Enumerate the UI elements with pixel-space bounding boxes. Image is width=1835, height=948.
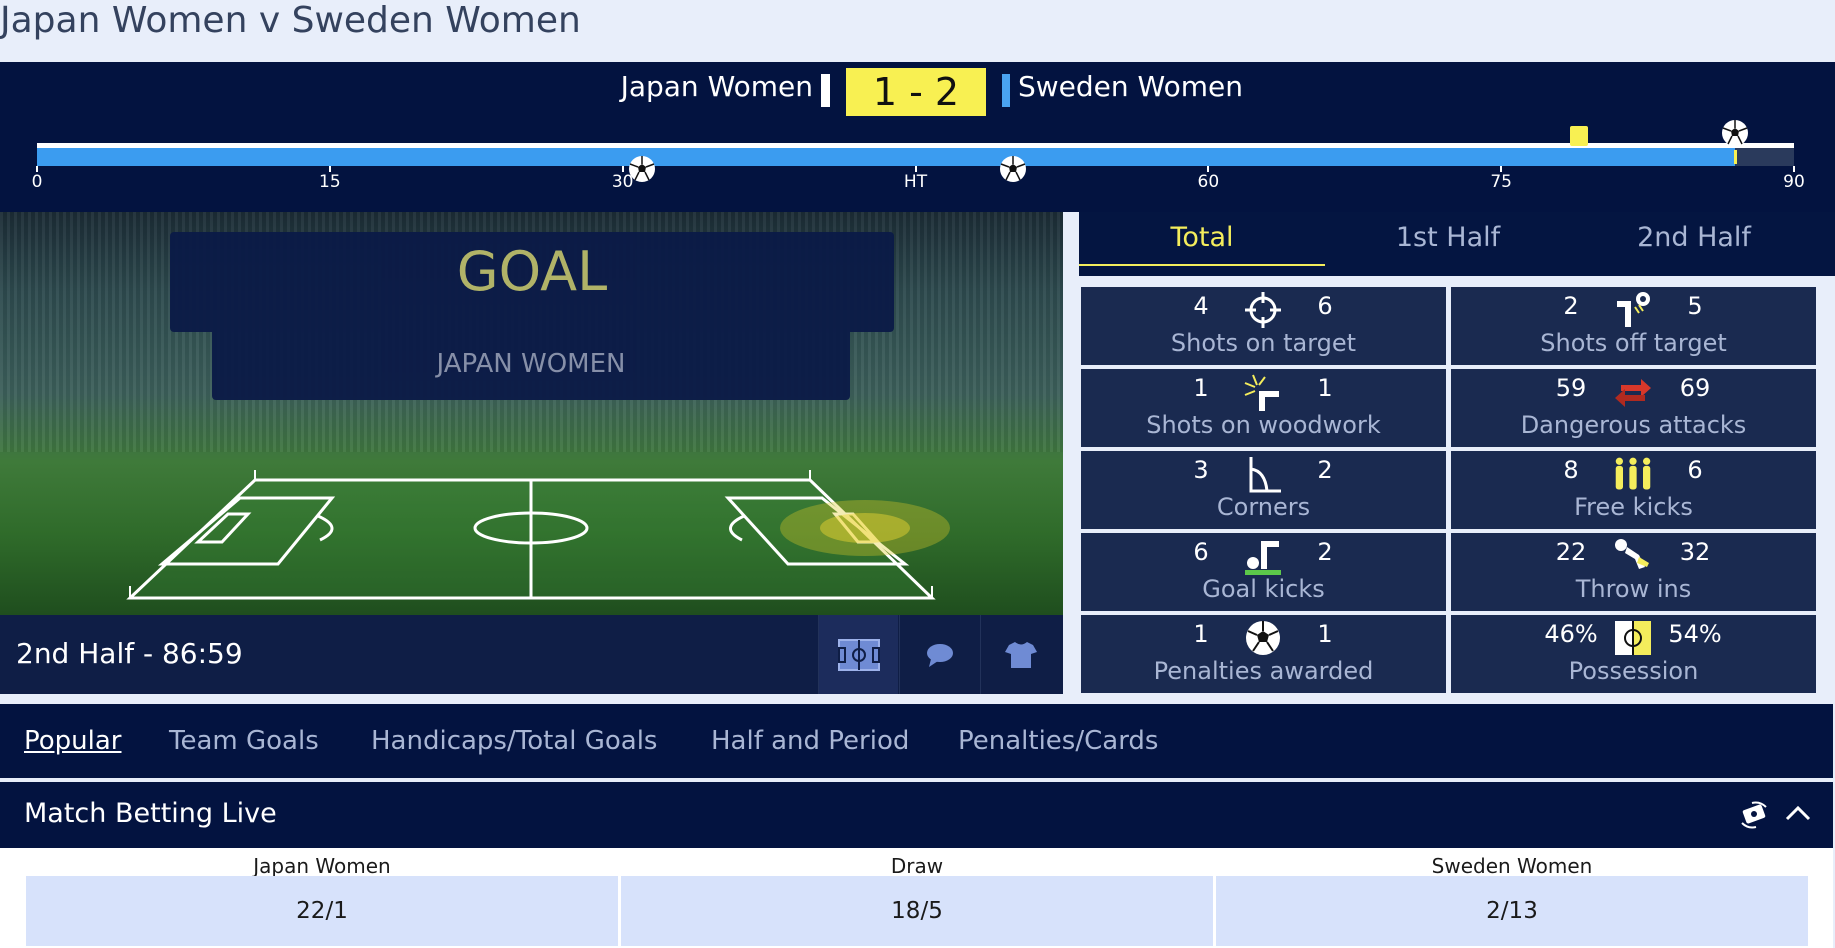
odds-button[interactable]: 22/1 — [26, 876, 618, 946]
home-team-name: Japan Women — [620, 70, 813, 103]
timeline-tick-label: 75 — [1490, 172, 1512, 192]
away-team-color-marker — [1002, 74, 1010, 107]
stat-away-value: 1 — [1317, 374, 1333, 402]
event-team: JAPAN WOMEN — [436, 349, 626, 379]
stat-away-value: 2 — [1317, 456, 1333, 484]
score-display: 1 - 2 — [846, 68, 986, 116]
chat-bubble-icon — [926, 643, 953, 667]
timeline-progress — [37, 148, 1736, 166]
pitch-view: GOAL JAPAN WOMEN — [0, 212, 1063, 615]
market-tab-handicaps[interactable]: Handicaps/Total Goals — [371, 726, 657, 756]
outcome-label: Japan Women — [253, 854, 391, 878]
stat-away-value: 1 — [1317, 620, 1333, 648]
event-banner: GOAL — [170, 232, 894, 332]
outcome-away: Sweden Women 2/13 — [1216, 848, 1808, 948]
yellow-card-icon — [1570, 126, 1589, 146]
stat-shots-on-woodwork: 1 1 Shots on woodwork — [1081, 369, 1446, 447]
stats-tabs: Total 1st Half 2nd Half — [1079, 212, 1835, 276]
match-timeline — [37, 143, 1794, 166]
stat-dangerous-attacks: 59 69 Dangerous attacks — [1451, 369, 1816, 447]
stat-label: Possession — [1568, 657, 1699, 685]
market-tab-popular[interactable]: Popular — [24, 726, 122, 756]
lineups-button[interactable] — [980, 615, 1060, 694]
stat-label: Corners — [1216, 493, 1311, 521]
cash-out-icon[interactable] — [1738, 799, 1770, 831]
stat-shots-on-target: 4 6 Shots on target — [1081, 287, 1446, 365]
stat-label: Shots off target — [1540, 329, 1727, 357]
goal-event-icon — [1720, 118, 1750, 148]
stat-away-value: 6 — [1317, 292, 1333, 320]
stat-label: Shots on woodwork — [1146, 411, 1381, 439]
pitch-toolbar: 2nd Half - 86:59 — [0, 615, 1063, 694]
stat-label: Goal kicks — [1202, 575, 1325, 603]
goal-event-icon — [998, 154, 1028, 184]
timeline-tick-label: HT — [903, 172, 928, 192]
stat-label: Free kicks — [1574, 493, 1693, 521]
market-tabs: Popular Team Goals Handicaps/Total Goals… — [0, 704, 1833, 778]
market-tab-half-and-period[interactable]: Half and Period — [711, 726, 909, 756]
pitch-icon — [837, 638, 880, 671]
event-title: GOAL — [456, 240, 608, 303]
timeline-tick-label: 60 — [1197, 172, 1220, 192]
stat-label: Penalties awarded — [1153, 657, 1374, 685]
goal-event-icon — [627, 154, 657, 184]
score-line: Japan Women 1 - 2 Sweden Women — [0, 66, 1835, 118]
outcome-home: Japan Women 22/1 — [26, 848, 618, 948]
stat-label: Shots on target — [1170, 329, 1357, 357]
page-title: Japan Women v Sweden Women — [0, 0, 581, 41]
stats-tab-second-half[interactable]: 2nd Half — [1571, 212, 1817, 276]
shirt-icon — [1004, 641, 1037, 668]
stats-tab-first-half[interactable]: 1st Half — [1325, 212, 1571, 276]
chevron-up-icon[interactable] — [1785, 804, 1811, 822]
market-tab-penalties-cards[interactable]: Penalties/Cards — [958, 726, 1158, 756]
stats-tab-total[interactable]: Total — [1079, 212, 1325, 276]
home-team-color-marker — [821, 74, 830, 107]
stat-penalties-awarded: 1 1 Penalties awarded — [1081, 615, 1446, 693]
timeline-tick-label: 15 — [319, 172, 341, 192]
scoreboard: Japan Women 1 - 2 Sweden Women 0 15 30 HT 60… — [0, 62, 1835, 212]
market-title: Match Betting Live — [24, 798, 277, 829]
stat-away-value: 69 — [1679, 374, 1711, 402]
pitch-view-button[interactable] — [818, 615, 898, 694]
outcome-label: Sweden Women — [1431, 854, 1593, 878]
stat-goal-kicks: 6 2 Goal kicks — [1081, 533, 1446, 611]
match-betting-header[interactable]: Match Betting Live — [0, 782, 1833, 848]
stat-away-value: 5 — [1687, 292, 1703, 320]
commentary-button[interactable] — [899, 615, 979, 694]
stat-away-value: 54% — [1668, 620, 1722, 648]
goal-event-marker — [1734, 150, 1738, 164]
stat-shots-off-target: 2 5 Shots off target — [1451, 287, 1816, 365]
odds-button[interactable]: 2/13 — [1216, 876, 1808, 946]
stat-free-kicks: 8 6 Free kicks — [1451, 451, 1816, 529]
market-tab-team-goals[interactable]: Team Goals — [169, 726, 319, 756]
away-team-name: Sweden Women — [1018, 70, 1243, 103]
outcome-label: Draw — [890, 854, 944, 878]
stat-possession: 46% 54% Possession — [1451, 615, 1816, 693]
stat-throw-ins: 22 32 Throw ins — [1451, 533, 1816, 611]
timeline-tick-label: 0 — [31, 172, 43, 192]
stat-away-value: 2 — [1317, 538, 1333, 566]
stat-label: Dangerous attacks — [1520, 411, 1747, 439]
stat-label: Throw ins — [1575, 575, 1692, 603]
stats-panel: Total 1st Half 2nd Half 4 6 Shots on tar… — [1063, 212, 1835, 694]
stat-away-value: 32 — [1679, 538, 1711, 566]
period-clock: 2nd Half - 86:59 — [16, 637, 243, 670]
event-team-banner: JAPAN WOMEN — [212, 332, 850, 400]
timeline-tick-label: 90 — [1783, 172, 1805, 192]
stat-corners: 3 2 Corners — [1081, 451, 1446, 529]
odds-button[interactable]: 18/5 — [621, 876, 1213, 946]
stat-away-value: 6 — [1687, 456, 1703, 484]
outcome-draw: Draw 18/5 — [621, 848, 1213, 948]
odds-row: Japan Women 22/1 Draw 18/5 Sweden Women … — [0, 848, 1833, 948]
